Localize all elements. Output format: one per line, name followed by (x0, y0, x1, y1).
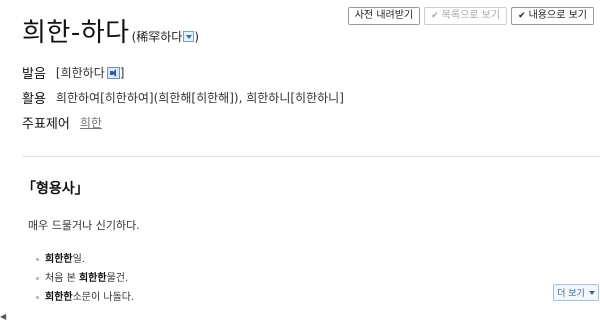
variant-row: 주표제어 희한 (22, 113, 102, 132)
bullet-icon (36, 296, 39, 299)
bullet-icon (36, 258, 39, 261)
example-text: 물건. (106, 272, 129, 284)
pronunciation-close: ] (119, 65, 125, 80)
headword: 희한-하다 (22, 18, 130, 48)
example-item: 처음 본 희한한 물건. (36, 269, 134, 288)
part-of-speech: 「형용사」 (22, 181, 89, 197)
check-icon: ✔ (518, 11, 526, 21)
pronunciation-row: 발음 [희한하다 ] (22, 63, 125, 83)
list-view-label: 목록으로 보기 (441, 10, 501, 21)
conjugation-value: 희한하여[히한하여](희한해[히한해]), 희한하니[히한하니] (55, 91, 344, 105)
conjugation-label: 활용 (22, 92, 46, 107)
example-item: 희한한 소문이 나돌다. (36, 288, 134, 307)
example-prefix: 처음 본 (45, 272, 76, 284)
hanja-close: ) (194, 29, 200, 44)
content-view-label: 내용으로 보기 (528, 10, 587, 21)
entry-header: 희한-하다 (稀罕하다 ) (22, 18, 199, 48)
scroll-left-icon[interactable]: ◀ (0, 310, 8, 324)
example-item: 희한한 일. (36, 250, 134, 269)
definition: 매우 드물거나 신기하다. (28, 219, 140, 232)
variant-label: 주표제어 (22, 117, 70, 132)
variant-link[interactable]: 희한 (80, 114, 102, 131)
more-label: 더 보기 (557, 289, 585, 299)
example-text: 일. (72, 253, 85, 265)
download-dictionary-label: 사전 내려받기 (354, 10, 414, 21)
example-highlight: 희한한 (45, 291, 73, 303)
example-highlight: 희한한 (78, 272, 107, 284)
content-view-button[interactable]: ✔ 내용으로 보기 (511, 7, 594, 25)
conjugation-row: 활용 희한하여[히한하여](희한해[히한해]), 희한하니[히한하니] (22, 88, 344, 107)
hanja-text: (稀罕하다 (131, 30, 183, 44)
example-highlight: 희한한 (45, 253, 73, 265)
speaker-icon[interactable] (106, 66, 120, 79)
more-button[interactable]: 더 보기 (553, 284, 599, 301)
download-dictionary-button[interactable]: 사전 내려받기 (347, 7, 421, 25)
list-view-button[interactable]: ✔ 목록으로 보기 (424, 7, 508, 25)
bullet-icon (36, 277, 39, 280)
example-text: 소문이 나돌다. (72, 291, 135, 303)
example-list: 희한한 일. 처음 본 희한한 물건. 희한한 소문이 나돌다. (36, 250, 134, 307)
pronunciation-label: 발음 (22, 67, 46, 82)
hanja-dropdown-icon[interactable] (183, 31, 195, 42)
toolbar: 사전 내려받기 ✔ 목록으로 보기 ✔ 내용으로 보기 (347, 7, 594, 25)
section-divider (22, 156, 600, 157)
chevron-down-icon (588, 290, 595, 295)
check-icon: ✔ (431, 11, 439, 21)
pronunciation-value: [희한하다 (55, 66, 105, 80)
hanja: (稀罕하다 ) (132, 28, 199, 45)
